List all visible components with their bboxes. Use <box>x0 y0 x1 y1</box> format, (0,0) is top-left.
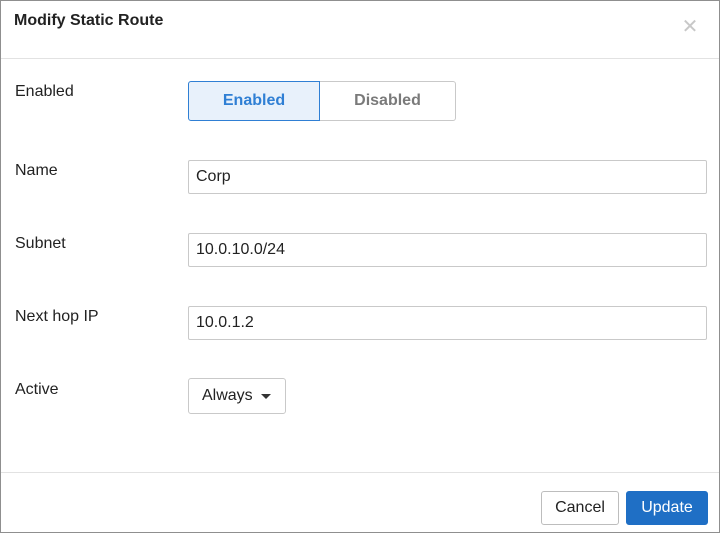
close-icon[interactable]: ✕ <box>675 11 705 41</box>
update-button[interactable]: Update <box>626 491 708 525</box>
modify-static-route-dialog: Modify Static Route ✕ Enabled Enabled Di… <box>0 0 720 533</box>
chevron-down-icon <box>260 393 271 399</box>
name-input[interactable]: Corp <box>188 160 707 194</box>
enabled-toggle: Enabled Disabled <box>188 81 456 121</box>
cancel-button[interactable]: Cancel <box>541 491 619 525</box>
subnet-input[interactable]: 10.0.10.0/24 <box>188 233 707 267</box>
enabled-label: Enabled <box>15 83 74 100</box>
next-hop-ip-label: Next hop IP <box>15 308 99 325</box>
name-label: Name <box>15 162 58 179</box>
dialog-title: Modify Static Route <box>14 12 164 29</box>
subnet-label: Subnet <box>15 235 66 252</box>
disabled-option-button[interactable]: Disabled <box>320 81 456 121</box>
active-dropdown-value: Always <box>202 387 253 404</box>
active-label: Active <box>15 381 59 398</box>
dialog-header: Modify Static Route ✕ <box>1 1 719 59</box>
active-dropdown[interactable]: Always <box>188 378 286 414</box>
enabled-option-button[interactable]: Enabled <box>188 81 320 121</box>
next-hop-ip-input[interactable]: 10.0.1.2 <box>188 306 707 340</box>
